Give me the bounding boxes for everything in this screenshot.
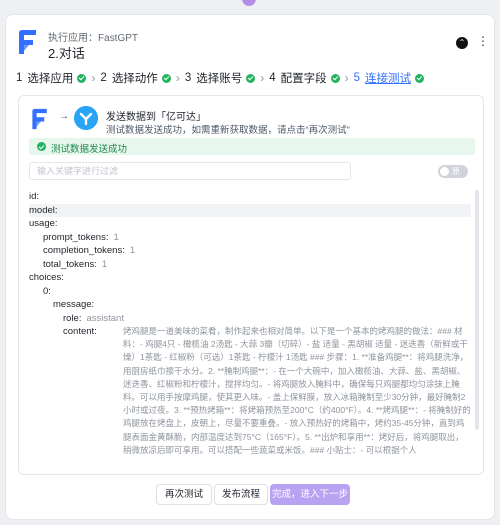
chevron-right-icon: › — [91, 71, 96, 85]
node-header: 执行应用：FastGPT 2.对话 ⌃ ⋮ — [16, 27, 489, 61]
step-label: 配置字段 — [280, 73, 327, 85]
success-alert: 测试数据发送成功 — [29, 138, 475, 155]
json-tree: id: model: usage: prompt_tokens: 1 comple… — [29, 190, 471, 472]
step-number: 5 — [353, 72, 361, 84]
tree-row[interactable]: completion_tokens: 1 — [29, 244, 471, 258]
tree-key: prompt_tokens: — [43, 231, 109, 243]
tree-value: 烤鸡腿是一道美味的菜肴，制作起来也相对简单。以下是一个基本的烤鸡腿的做法：###… — [123, 326, 471, 455]
step-label: 选择应用 — [27, 73, 74, 85]
tree-key: choices: — [29, 272, 64, 283]
tree-value: assistant — [86, 312, 124, 324]
panel-description: 测试数据发送成功，如需重新获取数据，请点击“再次测试” — [106, 125, 350, 136]
arrow-right-icon: → — [59, 111, 69, 122]
collapse-icon[interactable]: ⌃ — [456, 37, 468, 49]
tree-value: 1 — [113, 231, 119, 243]
step-number: 3 — [184, 72, 192, 84]
fastgpt-logo-icon — [19, 30, 36, 54]
footer-actions: 再次测试 发布流程 完成，进入下一步 — [6, 484, 496, 506]
panel-title: 发送数据到「亿可达」 — [106, 112, 206, 123]
tree-key: 0: — [43, 285, 51, 297]
node-title: 2.对话 — [48, 46, 85, 61]
executing-app-label: 执行应用：FastGPT — [48, 33, 139, 44]
step-label: 选择账号 — [196, 73, 243, 85]
fastgpt-logo-icon — [32, 108, 47, 130]
tree-key: model: — [29, 204, 58, 216]
tree-row[interactable]: usage: — [29, 217, 471, 231]
more-options-icon[interactable]: ⋮ — [476, 33, 490, 49]
publish-button[interactable]: 发布流程 — [214, 484, 268, 505]
tree-key: role: — [63, 312, 82, 324]
success-message: 测试数据发送成功 — [51, 144, 128, 155]
workflow-node-card: 执行应用：FastGPT 2.对话 ⌃ ⋮ 1 选择应用 › 2 选择动作 › … — [5, 14, 495, 520]
yikeda-logo-icon — [74, 106, 98, 130]
tree-value: 1 — [129, 245, 136, 256]
check-circle-icon — [77, 73, 87, 83]
tree-key: usage: — [29, 218, 58, 229]
step-configure-fields[interactable]: 4 配置字段 — [269, 70, 340, 86]
step-number: 2 — [100, 72, 107, 84]
tree-row[interactable]: total_tokens: 1 — [29, 258, 471, 272]
tree-key: total_tokens: — [43, 258, 97, 270]
tree-value: 1 — [101, 258, 108, 270]
check-circle-icon — [37, 142, 46, 151]
finish-next-button[interactable]: 完成，进入下一步 — [270, 484, 350, 505]
node-connector-handle[interactable] — [242, 0, 256, 6]
vertical-scrollbar[interactable] — [475, 190, 479, 430]
tree-row[interactable]: choices: — [29, 271, 471, 285]
tree-key: message: — [53, 299, 95, 310]
tree-row[interactable]: 0: — [29, 285, 471, 299]
chevron-right-icon: › — [175, 71, 180, 85]
check-circle-icon — [415, 73, 425, 83]
toggle-knob — [440, 167, 449, 176]
step-select-action[interactable]: 2 选择动作 — [100, 70, 171, 86]
tree-row[interactable]: id: — [29, 190, 471, 204]
tree-key: id: — [29, 191, 40, 202]
retest-button[interactable]: 再次测试 — [156, 484, 212, 505]
check-circle-icon — [161, 73, 171, 83]
chevron-right-icon: › — [260, 71, 265, 85]
tree-row[interactable]: model: — [29, 203, 471, 217]
tree-row[interactable]: message: — [29, 298, 471, 312]
step-number: 1 — [16, 72, 23, 84]
check-circle-icon — [246, 73, 256, 83]
raw-toggle[interactable]: 原 — [438, 165, 468, 178]
tree-row[interactable]: prompt_tokens: 1 — [29, 231, 471, 245]
test-result-panel: → 发送数据到「亿可达」 测试数据发送成功，如需重新获取数据，请点击“再次测试”… — [18, 95, 484, 475]
step-connection-test[interactable]: 5 连接测试 — [353, 70, 425, 86]
check-circle-icon — [330, 73, 340, 83]
step-label: 连接测试 — [365, 73, 412, 85]
step-number: 4 — [269, 72, 276, 84]
toggle-label: 原 — [452, 167, 460, 176]
tree-key: content: — [63, 326, 97, 337]
step-select-app[interactable]: 1 选择应用 — [16, 70, 87, 86]
tree-key: completion_tokens: — [43, 245, 125, 256]
filter-input[interactable] — [29, 162, 351, 180]
tree-row[interactable]: role: assistant — [29, 312, 471, 326]
step-label: 选择动作 — [111, 73, 158, 85]
step-select-account[interactable]: 3 选择账号 — [184, 70, 256, 86]
step-progress: 1 选择应用 › 2 选择动作 › 3 选择账号 › 4 配置字段 › 5 连接… — [16, 69, 486, 87]
tree-row[interactable]: content: 烤鸡腿是一道美味的菜肴，制作起来也相对简单。以下是一个基本的烤… — [29, 325, 471, 457]
chevron-right-icon: › — [344, 71, 349, 85]
